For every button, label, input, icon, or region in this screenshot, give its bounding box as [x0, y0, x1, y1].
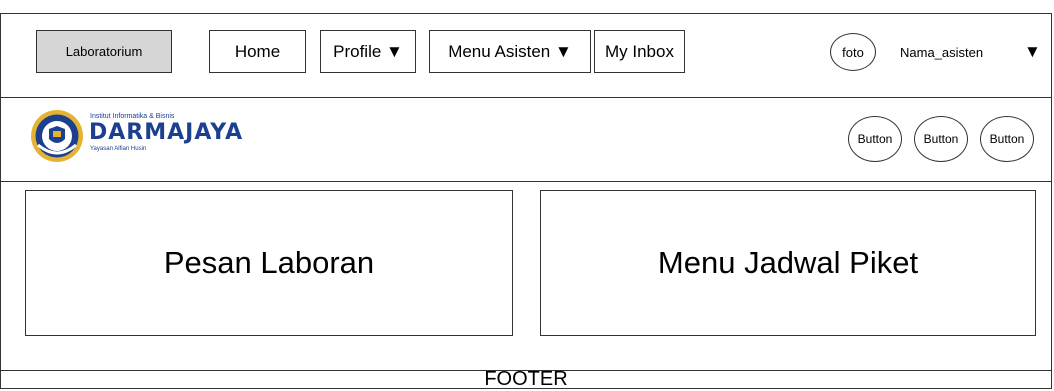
- nav-menu-asisten-label: Menu Asisten ▼: [448, 41, 572, 61]
- header-button-2[interactable]: Button: [914, 116, 968, 162]
- logo-foundation-text: Yayasan Alfian Husin: [90, 146, 147, 152]
- pesan-laboran-title: Pesan Laboran: [163, 245, 375, 280]
- nav-home-button[interactable]: Home: [209, 30, 306, 73]
- menu-jadwal-piket-title: Menu Jadwal Piket: [657, 245, 919, 280]
- menu-jadwal-piket-card[interactable]: Menu Jadwal Piket: [540, 190, 1036, 336]
- nav-profile-dropdown[interactable]: Profile ▼: [320, 30, 416, 73]
- nav-menu-asisten-dropdown[interactable]: Menu Asisten ▼: [429, 30, 591, 73]
- header-button-3[interactable]: Button: [980, 116, 1034, 162]
- username-label: Nama_asisten: [900, 45, 984, 60]
- pesan-laboran-card[interactable]: Pesan Laboran: [25, 190, 513, 336]
- university-seal-icon: [31, 110, 83, 162]
- avatar[interactable]: foto: [830, 33, 876, 71]
- avatar-label: foto: [842, 44, 864, 60]
- header-button-3-label: Button: [989, 132, 1025, 146]
- header-button-2-label: Button: [923, 132, 959, 146]
- footer: FOOTER: [0, 368, 1052, 390]
- darmajaya-logo: Institut Informatika & Bisnis DARMAJAYA …: [30, 109, 250, 163]
- nav-my-inbox-button[interactable]: My Inbox: [594, 30, 685, 73]
- nav-home-label: Home: [234, 41, 281, 61]
- nav-laboratorium-label: Laboratorium: [65, 44, 143, 59]
- nav-profile-label: Profile ▼: [333, 41, 403, 61]
- logo-name-text: DARMAJAYA: [89, 120, 244, 145]
- logo-institute-text: Institut Informatika & Bisnis: [90, 113, 175, 120]
- header-button-1-label: Button: [857, 132, 893, 146]
- nav-my-inbox-label: My Inbox: [605, 41, 674, 61]
- footer-label: FOOTER: [484, 368, 568, 390]
- nav-laboratorium-button[interactable]: Laboratorium: [36, 30, 172, 73]
- user-menu-chevron-down-icon[interactable]: ▼: [1024, 42, 1041, 62]
- header-button-1[interactable]: Button: [848, 116, 902, 162]
